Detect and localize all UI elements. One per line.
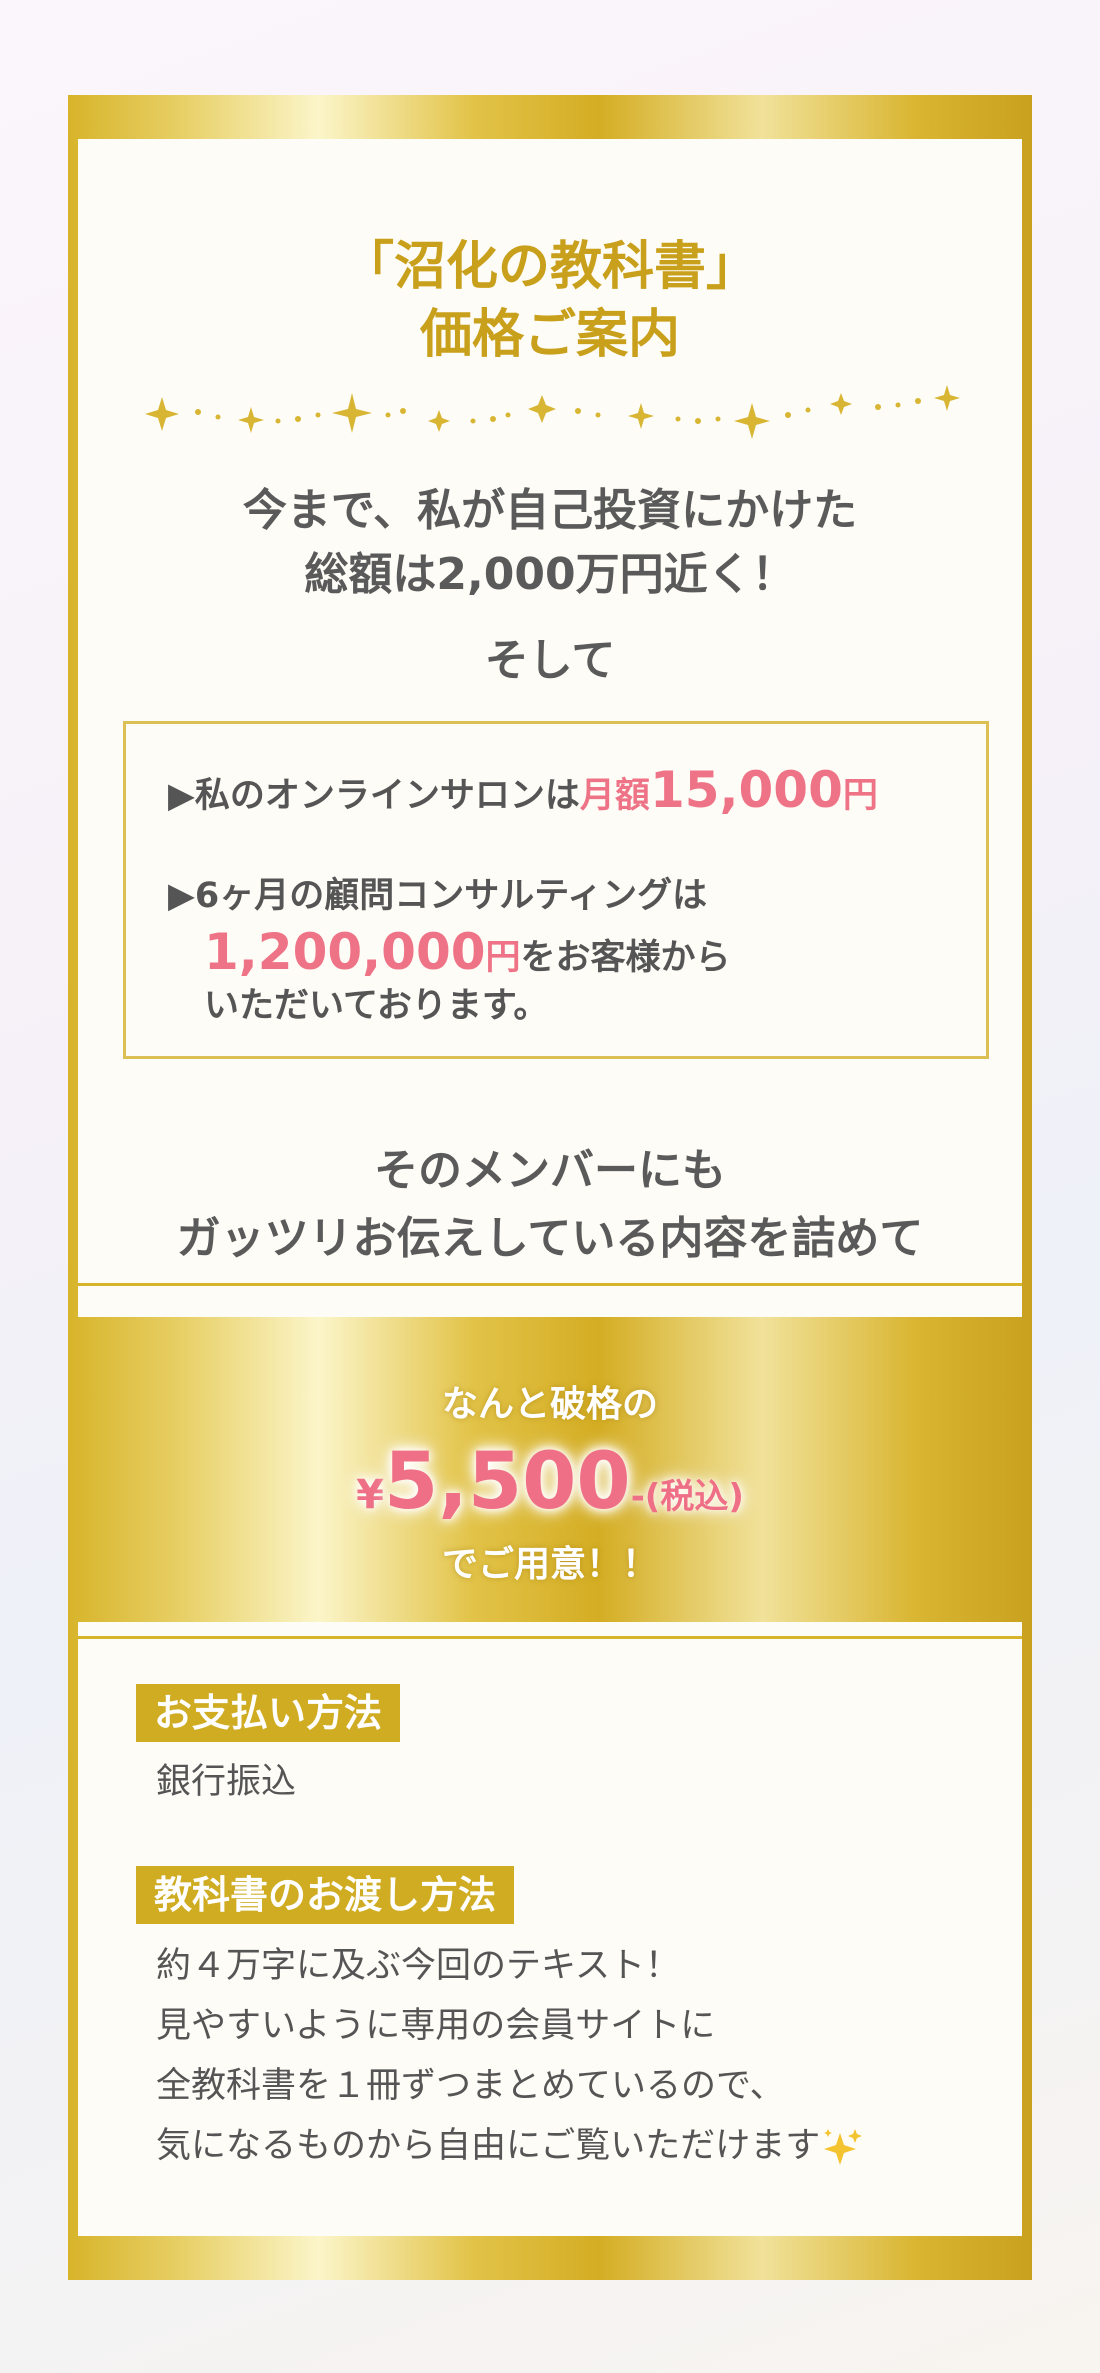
offer-tax: -(税込) bbox=[630, 1477, 744, 1517]
price-card-frame: 「沼化の教科書」 価格ご案内 今まで、私が自己投資にかけた 総額は2,000万円… bbox=[68, 95, 1032, 2280]
sparkle-divider-icon bbox=[145, 385, 960, 439]
achievement-box: ▶私のオンラインサロンは月額15,000円 ▶6ヶ月の顧問コンサルティングは 1… bbox=[123, 721, 989, 1059]
consult-price-line: 1,200,000円をお客様から bbox=[204, 924, 731, 986]
member-line2: ガッツリお伝えしている内容を詰めて bbox=[176, 1213, 924, 1264]
sparkles-emoji-icon bbox=[824, 2129, 863, 2165]
divider-line bbox=[78, 1283, 1022, 1286]
consult-suffix: をお客様から bbox=[520, 938, 731, 978]
member-line1: そのメンバーにも bbox=[374, 1145, 726, 1196]
consult-line3: いただいております。 bbox=[204, 986, 549, 1026]
delivery-line2: 見やすいように専用の会員サイトに bbox=[156, 2006, 716, 2046]
delivery-line4-wrap: 気になるものから自由にご覧いただけます bbox=[156, 2116, 864, 2176]
price-info-panel: 「沼化の教科書」 価格ご案内 今まで、私が自己投資にかけた 総額は2,000万円… bbox=[78, 139, 1022, 1317]
offer-price-line: ¥5,500-(税込) bbox=[68, 1437, 1032, 1527]
yen-mark: ¥ bbox=[356, 1472, 384, 1518]
intro-line2: 総額は2,000万円近く！ bbox=[304, 549, 796, 600]
payment-method-tag: お支払い方法 bbox=[136, 1684, 401, 1742]
delivery-method-tag: 教科書のお渡し方法 bbox=[136, 1866, 515, 1924]
delivery-line1: 約４万字に及ぶ今回のテキスト！ bbox=[156, 1946, 680, 1986]
salon-prefix: ▶私のオンラインサロンは bbox=[168, 776, 580, 816]
payment-method-value: 銀行振込 bbox=[156, 1762, 297, 1802]
intro-line3: そして bbox=[484, 635, 616, 686]
page-title-line2: 価格ご案内 bbox=[419, 304, 680, 365]
consult-price: 1,200,000 bbox=[204, 923, 486, 981]
offer-post: でご用意！！ bbox=[441, 1544, 658, 1585]
consult-line: ▶6ヶ月の顧問コンサルティングは bbox=[168, 876, 708, 916]
offer-pre: なんと破格の bbox=[441, 1384, 658, 1425]
salon-line: ▶私のオンラインサロンは月額15,000円 bbox=[168, 765, 878, 820]
payment-panel: お支払い方法 銀行振込 教科書のお渡し方法 約４万字に及ぶ今回のテキスト！ 見や… bbox=[78, 1622, 1022, 2236]
offer-price: 5,500 bbox=[383, 1437, 631, 1527]
salon-yen: 円 bbox=[842, 776, 878, 816]
offer-banner: なんと破格の ¥5,500-(税込) でご用意！！ bbox=[68, 1330, 1032, 1620]
page-title-line1: 「沼化の教科書」 bbox=[341, 236, 758, 297]
consult-yen: 円 bbox=[485, 938, 521, 978]
divider-line-bottom bbox=[78, 1636, 1022, 1639]
salon-monthly: 月額 bbox=[579, 776, 650, 816]
delivery-line3: 全教科書を１冊ずつまとめているので、 bbox=[156, 2066, 785, 2106]
salon-price: 15,000 bbox=[649, 761, 843, 819]
intro-line1: 今まで、私が自己投資にかけた bbox=[242, 485, 858, 536]
delivery-line4: 気になるものから自由にご覧いただけます bbox=[156, 2126, 821, 2166]
